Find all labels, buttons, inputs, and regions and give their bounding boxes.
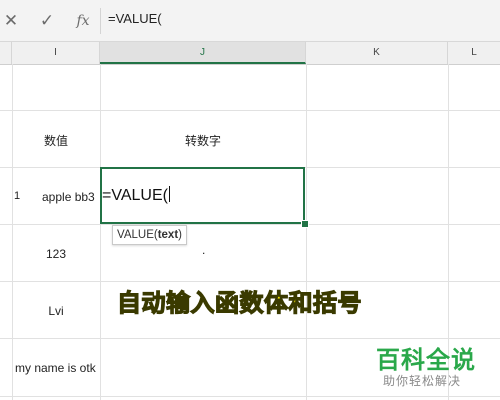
column-header-l[interactable]: L [448, 42, 500, 64]
grid-line [100, 64, 101, 400]
fill-handle[interactable] [301, 220, 309, 228]
watermark-logo: 百科全说 [376, 346, 476, 374]
insert-function-button[interactable]: fx [72, 10, 94, 32]
formula-bar-divider [100, 8, 101, 34]
text-caret [168, 186, 170, 202]
cell-i-row1[interactable]: apple bb3 [42, 190, 95, 204]
formula-input[interactable]: =VALUE( [108, 11, 162, 26]
cell-i-header[interactable]: 数值 [12, 132, 100, 149]
column-header-prev[interactable] [0, 42, 12, 64]
grid-line [0, 110, 500, 111]
grid-line [0, 281, 500, 282]
grid-line [0, 396, 500, 397]
grid-line [12, 64, 13, 400]
grid-line [0, 338, 500, 339]
grid-line [306, 64, 307, 400]
tooltip-function-name: VALUE( [117, 229, 158, 241]
check-icon[interactable]: ✓ [36, 10, 58, 32]
watermark-slogan: 助你轻松解决 [383, 374, 462, 388]
cell-i-row3[interactable]: Lvi [12, 304, 100, 318]
tooltip-argument: text [157, 229, 179, 241]
close-icon[interactable]: ✕ [0, 10, 22, 32]
formula-bar: ✕ ✓ fx =VALUE( [0, 0, 500, 42]
grid-line [0, 224, 500, 225]
column-header-i[interactable]: I [12, 42, 100, 64]
cell-j-row2[interactable]: . [202, 243, 205, 257]
cell-j-header[interactable]: 转数字 [100, 132, 306, 149]
column-header-k[interactable]: K [306, 42, 448, 64]
tooltip-close-paren: ) [178, 229, 182, 241]
annotation-caption: 自动输入函数体和括号 [116, 288, 362, 317]
column-header-bar: I J K L [0, 42, 500, 65]
column-header-j[interactable]: J [100, 42, 306, 64]
active-cell-text: =VALUE( [102, 186, 170, 204]
cell-i-row2[interactable]: 123 [12, 247, 100, 261]
function-tooltip: VALUE(text) [112, 225, 187, 245]
row-number: 1 [14, 190, 21, 202]
cell-i-row4[interactable]: my name is otk [15, 361, 96, 375]
